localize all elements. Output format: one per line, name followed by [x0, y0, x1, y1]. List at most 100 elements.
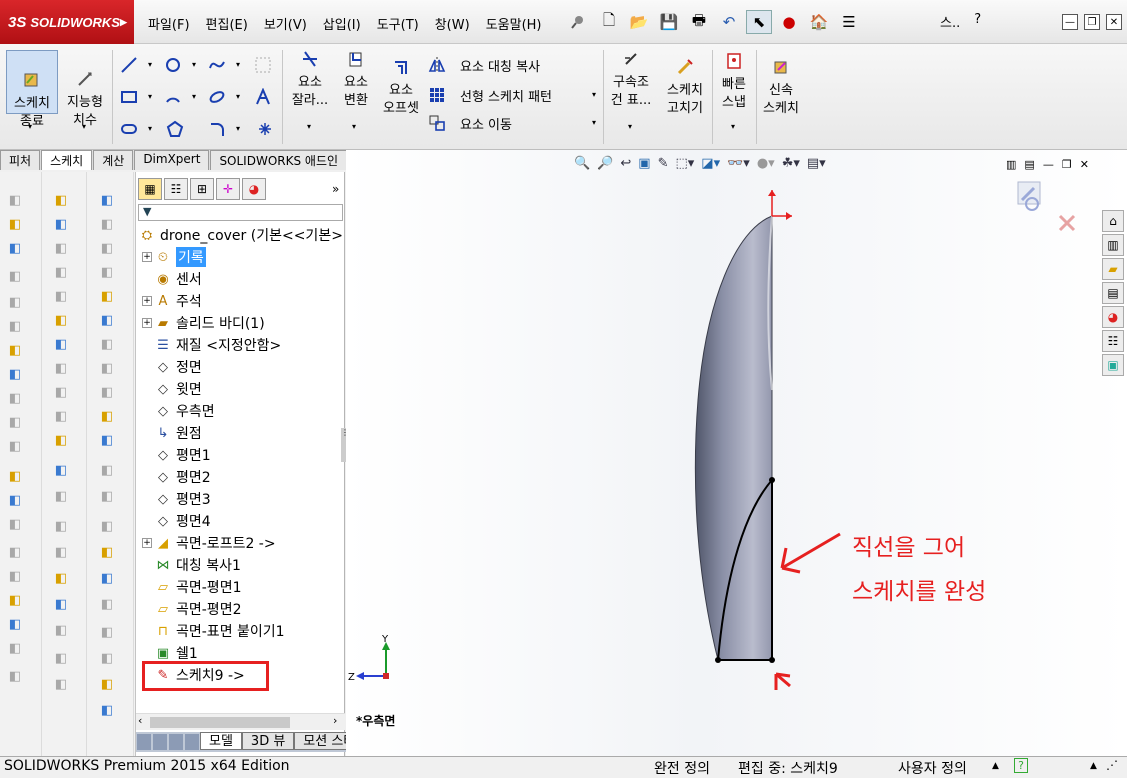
toolbar-tool-icon[interactable]: ◧ — [52, 676, 70, 694]
repair-sketch-button[interactable]: 스케치 고치기 — [662, 58, 708, 118]
smart-dimension-dropdown-icon[interactable]: ▾ — [82, 122, 86, 131]
search-commands[interactable]: 스.. ? — [940, 12, 981, 31]
tree-item[interactable]: ⋈ 대칭 복사1 — [142, 554, 241, 576]
spline-icon[interactable] — [208, 56, 226, 74]
toolbar-tool-icon[interactable]: ◧ — [6, 390, 24, 408]
ellipse-icon[interactable] — [208, 88, 226, 106]
toolbar-tool-icon[interactable]: ◧ — [98, 408, 116, 426]
toolbar-tool-icon[interactable]: ◧ — [52, 336, 70, 354]
tab-nav-first-icon[interactable] — [137, 734, 151, 750]
tab-nav-prev-icon[interactable] — [153, 734, 167, 750]
menu-window[interactable]: 창(W) — [427, 10, 478, 37]
toolbar-tool-icon[interactable]: ◧ — [6, 216, 24, 234]
toolbar-tool-icon[interactable]: ◧ — [52, 240, 70, 258]
dimxpert-tab-icon[interactable]: ✛ — [216, 178, 240, 200]
new-document-icon[interactable]: 🗋 — [596, 10, 622, 34]
exit-sketch-button[interactable]: 스케치 종료 — [6, 50, 58, 129]
tree-item[interactable]: + ⏲ 기록 — [142, 246, 206, 268]
panel-expand-icon[interactable]: » — [332, 182, 339, 196]
toolbar-tool-icon[interactable]: ◧ — [98, 676, 116, 694]
quick-snaps-dropdown-icon[interactable]: ▾ — [731, 122, 735, 131]
toolbar-tool-icon[interactable]: ◧ — [6, 414, 24, 432]
toolbar-tool-icon[interactable]: ◧ — [98, 384, 116, 402]
toolbar-tool-icon[interactable]: ◧ — [98, 544, 116, 562]
display-style-icon[interactable]: ◪▾ — [701, 156, 720, 171]
tree-expand-icon[interactable]: + — [142, 538, 152, 548]
menu-file[interactable]: 파일(F) — [140, 10, 198, 37]
ellipse-dropdown-icon[interactable]: ▾ — [236, 92, 240, 101]
units-dropdown-icon[interactable]: ▲ — [992, 761, 999, 771]
tree-item[interactable]: ↳ 원점 — [142, 422, 202, 444]
tab-addins[interactable]: SOLIDWORKS 애드인 — [210, 150, 348, 170]
move-entities-dropdown-icon[interactable]: ▾ — [592, 118, 596, 127]
configuration-tab-icon[interactable]: ⊞ — [190, 178, 214, 200]
tree-item[interactable]: + ▰ 솔리드 바디(1) — [142, 312, 265, 334]
tree-item[interactable]: ◇ 윗면 — [142, 378, 202, 400]
tab-features[interactable]: 피처 — [0, 150, 41, 170]
toolbar-tool-icon[interactable]: ◧ — [98, 240, 116, 258]
toolbar-tool-icon[interactable]: ◧ — [98, 216, 116, 234]
toolbar-tool-icon[interactable]: ◧ — [52, 596, 70, 614]
tab-dimxpert[interactable]: DimXpert — [134, 150, 210, 170]
slot-icon[interactable] — [120, 120, 138, 138]
arc-dropdown-icon[interactable]: ▾ — [192, 92, 196, 101]
toolbar-tool-icon[interactable]: ◧ — [6, 592, 24, 610]
toolbar-tool-icon[interactable]: ◧ — [98, 336, 116, 354]
feature-tree-tab-icon[interactable]: ▦ — [138, 178, 162, 200]
polygon-icon[interactable] — [166, 120, 184, 138]
mirror-entities-label[interactable]: 요소 대칭 복사 — [460, 56, 540, 75]
toolbar-tool-icon[interactable]: ◧ — [6, 568, 24, 586]
toolbar-tool-icon[interactable]: ◧ — [98, 650, 116, 668]
display-manager-tab-icon[interactable]: ◕ — [242, 178, 266, 200]
trim-dropdown-icon[interactable]: ▾ — [307, 122, 311, 131]
graphics-area[interactable]: 🔍 🔎 ↩ ▣ ✎ ⬚▾ ◪▾ 👓▾ ●▾ ☘▾ ▤▾ ▥ ▤ — ❐ ✕ 직선… — [346, 150, 1127, 756]
split-view-icon[interactable]: ▥ — [1006, 158, 1016, 171]
display-relations-button[interactable]: 구속조 건 표... — [608, 50, 654, 110]
toolbar-tool-icon[interactable]: ◧ — [52, 462, 70, 480]
viewport-close-icon[interactable]: ✕ — [1080, 158, 1089, 171]
fillet-icon[interactable] — [208, 120, 226, 138]
toolbar-tool-icon[interactable]: ◧ — [52, 432, 70, 450]
tree-expand-icon[interactable]: + — [142, 296, 152, 306]
toolbar-tool-icon[interactable]: ◧ — [52, 544, 70, 562]
status-expand-icon[interactable]: ▲ — [1090, 761, 1097, 771]
linear-pattern-icon[interactable] — [428, 86, 446, 104]
toolbar-tool-icon[interactable]: ◧ — [98, 264, 116, 282]
mirror-entities-icon[interactable] — [428, 56, 446, 74]
tree-item[interactable]: ◇ 평면1 — [142, 444, 211, 466]
toolbar-tool-icon[interactable]: ◧ — [98, 518, 116, 536]
file-properties-icon[interactable]: 🏠 — [806, 10, 832, 34]
view-settings-icon[interactable]: ▤▾ — [807, 156, 826, 171]
open-document-icon[interactable]: 📂 — [626, 10, 652, 34]
edit-appearance-icon[interactable]: ●▾ — [757, 156, 775, 171]
options-icon[interactable]: ☰ — [836, 10, 862, 34]
grid-snap-icon[interactable] — [254, 56, 272, 74]
menu-insert[interactable]: 삽입(I) — [315, 10, 369, 37]
relations-dropdown-icon[interactable]: ▾ — [628, 122, 632, 131]
tree-item[interactable]: + A 주석 — [142, 290, 202, 312]
linear-pattern-dropdown-icon[interactable]: ▾ — [592, 90, 596, 99]
toolbar-tool-icon[interactable]: ◧ — [52, 570, 70, 588]
scroll-thumb[interactable] — [150, 717, 290, 728]
toolbar-tool-icon[interactable]: ◧ — [6, 640, 24, 658]
toolbar-tool-icon[interactable]: ◧ — [52, 408, 70, 426]
dynamic-annotation-icon[interactable]: ✎ — [658, 156, 669, 171]
toolbar-tool-icon[interactable]: ◧ — [6, 616, 24, 634]
print-icon[interactable]: 🖶 — [686, 10, 712, 34]
toolbar-tool-icon[interactable]: ◧ — [52, 518, 70, 536]
rapid-sketch-button[interactable]: 신속 스케치 — [758, 58, 804, 118]
line-icon[interactable] — [120, 56, 138, 74]
toolbar-tool-icon[interactable]: ◧ — [6, 192, 24, 210]
offset-entities-button[interactable]: 요소 오프셋 — [378, 58, 424, 118]
status-help-icon[interactable]: ? — [1014, 758, 1028, 773]
section-view-icon[interactable]: ▣ — [638, 156, 650, 171]
tab-sketch[interactable]: 스케치 — [41, 150, 93, 170]
undo-icon[interactable]: ↶ — [716, 10, 742, 34]
tree-item[interactable]: ◇ 평면3 — [142, 488, 211, 510]
rebuild-traffic-light-icon[interactable]: ● — [776, 10, 802, 34]
toolbar-tool-icon[interactable]: ◧ — [6, 318, 24, 336]
toolbar-tool-icon[interactable]: ◧ — [6, 668, 24, 686]
rectangle-dropdown-icon[interactable]: ▾ — [148, 92, 152, 101]
circle-icon[interactable] — [164, 56, 182, 74]
toolbar-tool-icon[interactable]: ◧ — [52, 192, 70, 210]
